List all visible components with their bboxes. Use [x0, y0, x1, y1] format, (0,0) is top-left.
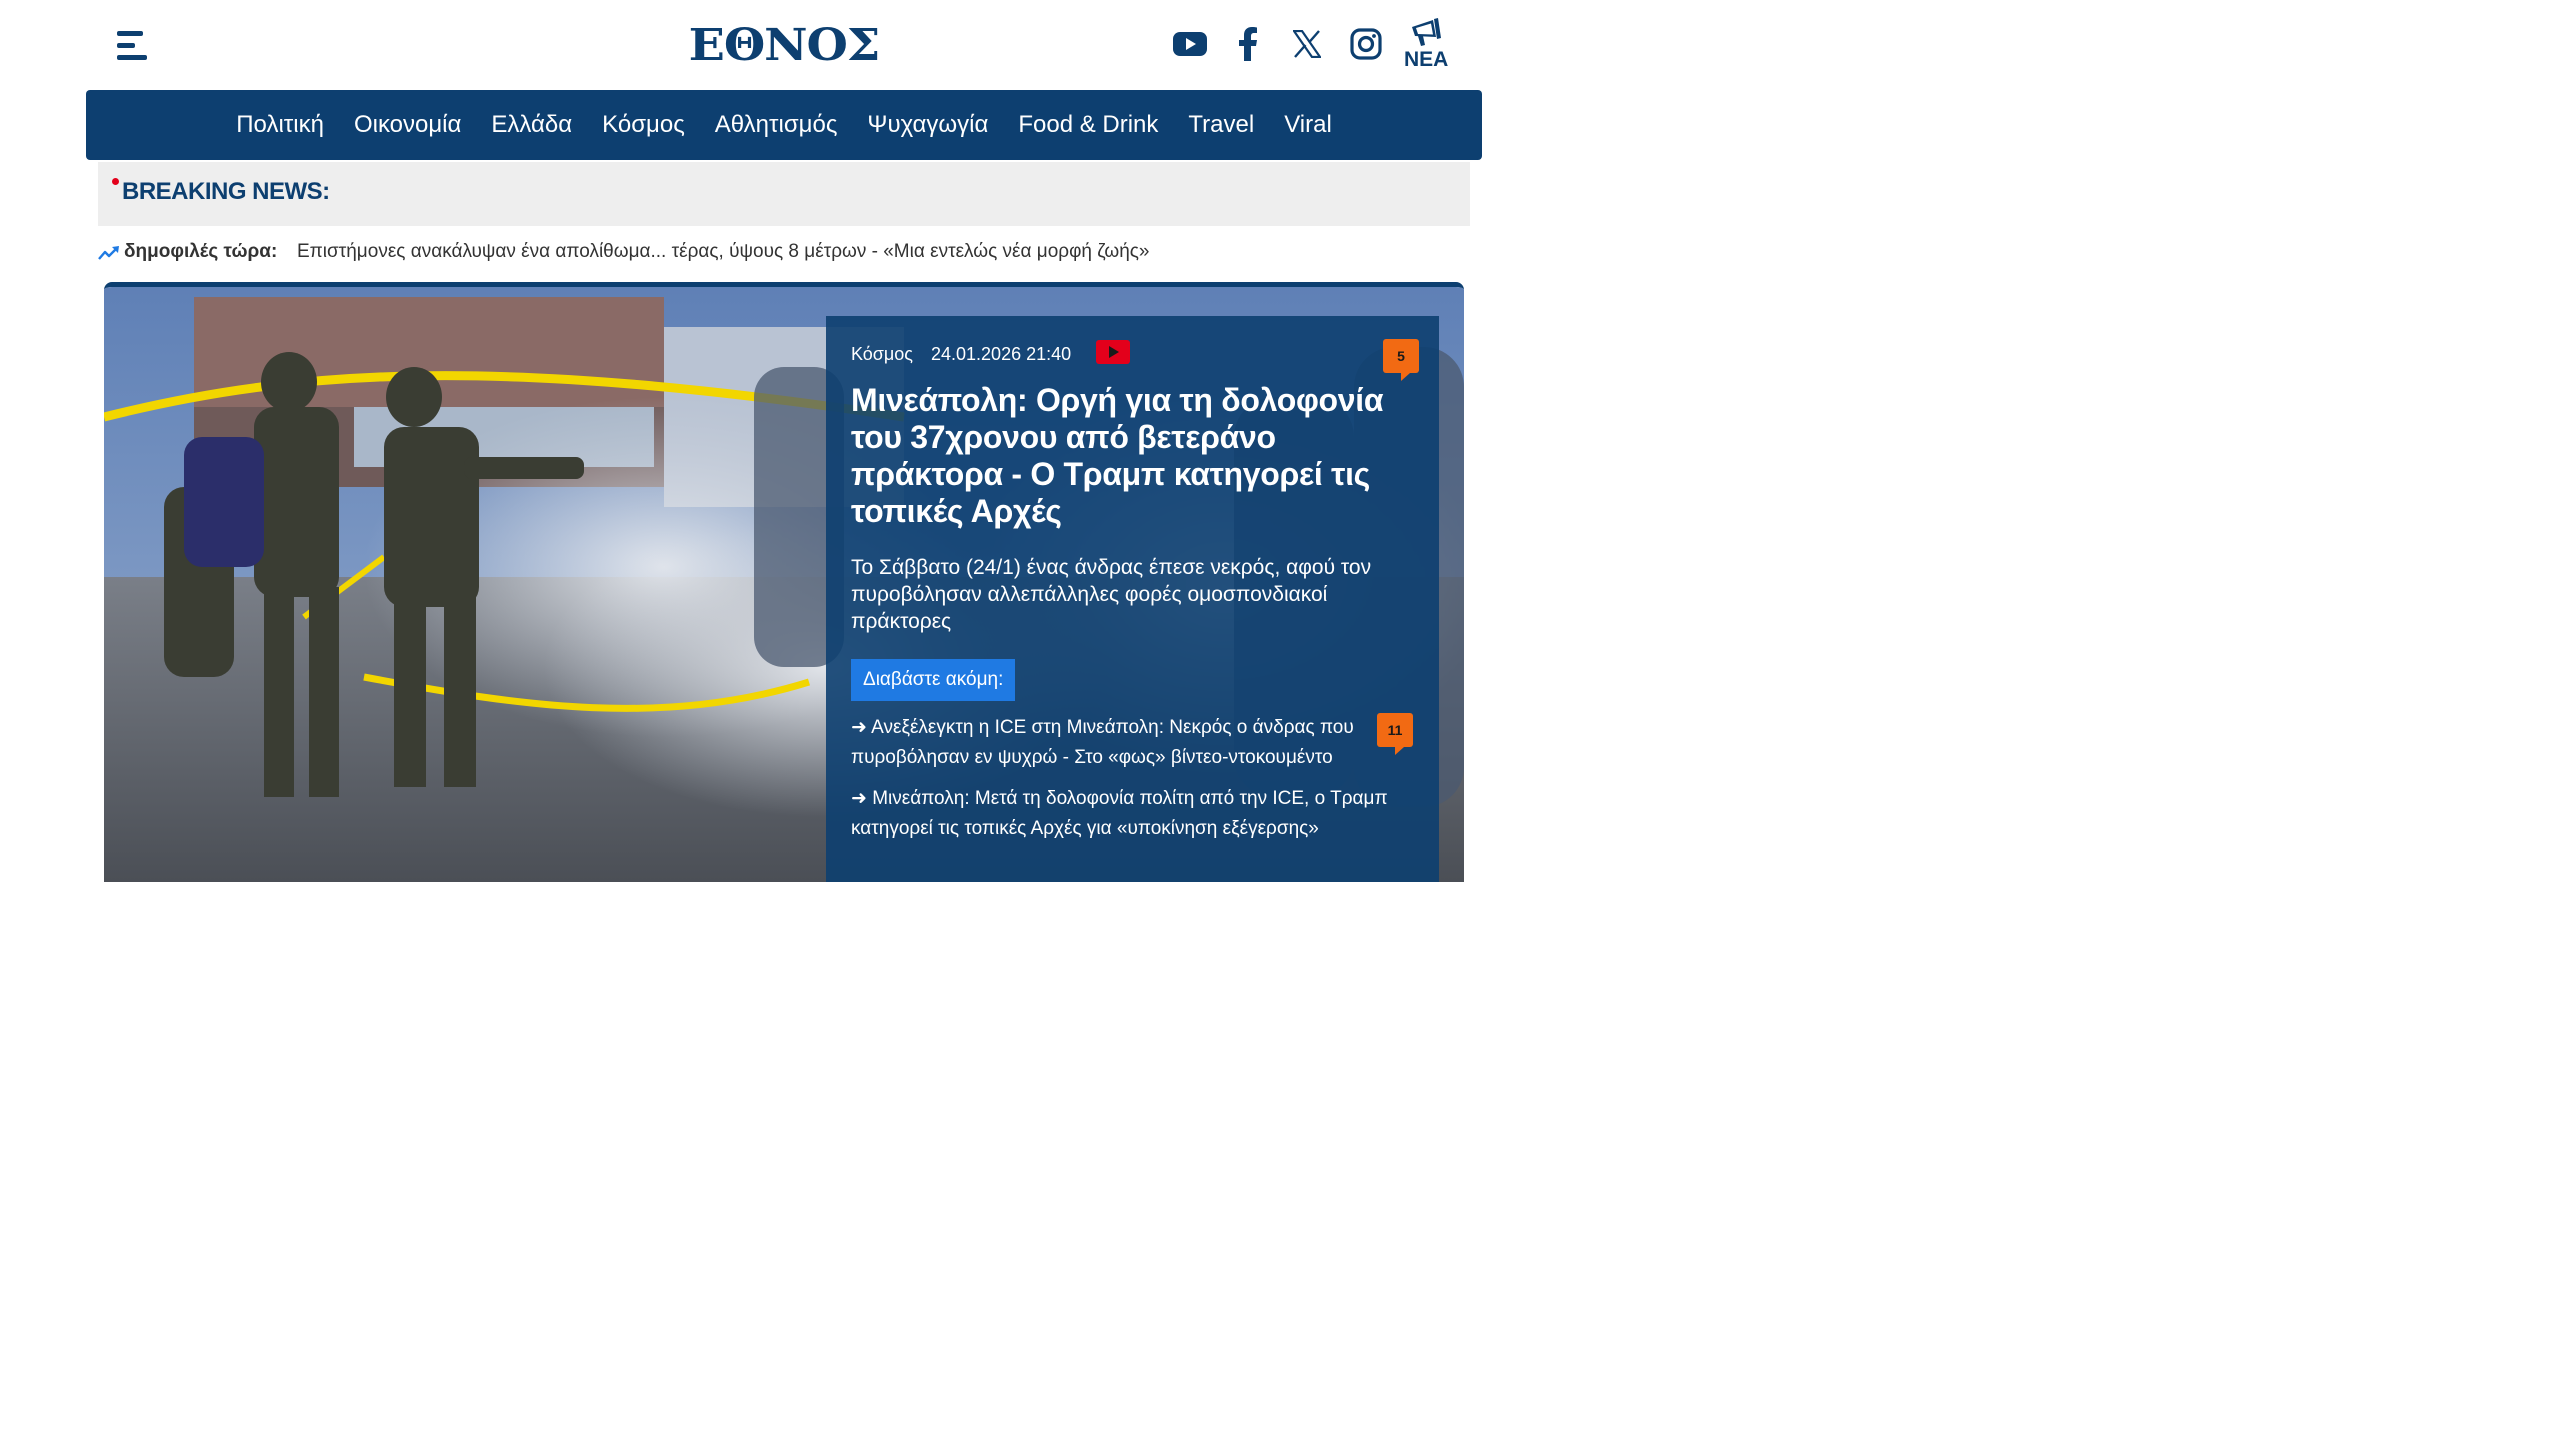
- nav-item-psychagogia[interactable]: Ψυχαγωγία: [852, 90, 1003, 160]
- read-more-label: Διαβάστε ακόμη:: [851, 659, 1016, 701]
- related-article-title: Μινεάπολη: Μετά τη δολοφονία πολίτη από …: [851, 788, 1388, 839]
- arrow-right-icon: ➜: [851, 788, 867, 809]
- popular-article-link[interactable]: Επιστήμονες ανακάλυψαν ένα απολίθωμα... …: [297, 241, 1150, 263]
- nea-label: ΝΕΑ: [1404, 48, 1449, 71]
- comment-icon[interactable]: 11: [1377, 713, 1413, 755]
- breaking-news-label: BREAKING NEWS:: [122, 178, 330, 205]
- nav-item-viral[interactable]: Viral: [1269, 90, 1347, 160]
- trending-icon: [98, 246, 119, 260]
- menu-icon[interactable]: [114, 28, 148, 64]
- site-logo[interactable]: ΕΘΝΟΣ: [676, 18, 892, 74]
- article-summary: Το Σάββατο (24/1) ένας άνδρας έπεσε νεκρ…: [851, 556, 1372, 633]
- x-icon[interactable]: [1285, 22, 1329, 66]
- article-category[interactable]: Κόσμος: [851, 344, 913, 365]
- megaphone-icon: [1412, 18, 1441, 46]
- nea-button[interactable]: ΝΕΑ: [1404, 18, 1448, 74]
- nav-item-travel[interactable]: Travel: [1173, 90, 1269, 160]
- breaking-news-bar: BREAKING NEWS:: [98, 162, 1470, 226]
- nav-item-athlitismos[interactable]: Αθλητισμός: [700, 90, 853, 160]
- arrow-right-icon: ➜: [851, 717, 867, 738]
- facebook-icon[interactable]: [1226, 22, 1270, 66]
- article-datetime: 24.01.2026 21:40: [931, 344, 1072, 364]
- nav-item-food-drink[interactable]: Food & Drink: [1003, 90, 1173, 160]
- related-article-link[interactable]: ➜ Ανεξέλεγκτη η ICE στη Μινεάπολη: Νεκρό…: [851, 713, 1421, 773]
- popular-now-bar: δημοφιλές τώρα: Επιστήμονες ανακάλυψαν έ…: [98, 240, 1470, 268]
- related-article-link[interactable]: ➜ Μινεάπολη: Μετά τη δολοφονία πολίτη απ…: [851, 784, 1421, 844]
- instagram-icon[interactable]: [1344, 22, 1388, 66]
- nav-item-politiki[interactable]: Πολιτική: [221, 90, 339, 160]
- youtube-icon[interactable]: [1168, 22, 1212, 66]
- nav-item-oikonomia[interactable]: Οικονομία: [339, 90, 476, 160]
- nav-item-ellada[interactable]: Ελλάδα: [476, 90, 587, 160]
- hero-text-panel: Κόσμος 24.01.2026 21:40 5 Μινεάπολη: Οργ…: [826, 316, 1439, 882]
- site-header: ΕΘΝΟΣ ΝΕΑ: [0, 0, 1568, 88]
- article-headline[interactable]: Μινεάπολη: Οργή για τη δολοφονία του 37χ…: [851, 382, 1421, 530]
- live-dot-icon: [112, 178, 119, 185]
- nav-item-kosmos[interactable]: Κόσμος: [587, 90, 700, 160]
- comment-icon[interactable]: 5: [1383, 339, 1419, 381]
- hero-article: Κόσμος 24.01.2026 21:40 5 Μινεάπολη: Οργ…: [104, 282, 1464, 882]
- video-icon: [1096, 340, 1130, 364]
- related-article-title: Ανεξέλεγκτη η ICE στη Μινεάπολη: Νεκρός …: [851, 717, 1354, 768]
- main-nav: Πολιτική Οικονομία Ελλάδα Κόσμος Αθλητισ…: [86, 90, 1482, 160]
- popular-now-label: δημοφιλές τώρα:: [124, 241, 278, 262]
